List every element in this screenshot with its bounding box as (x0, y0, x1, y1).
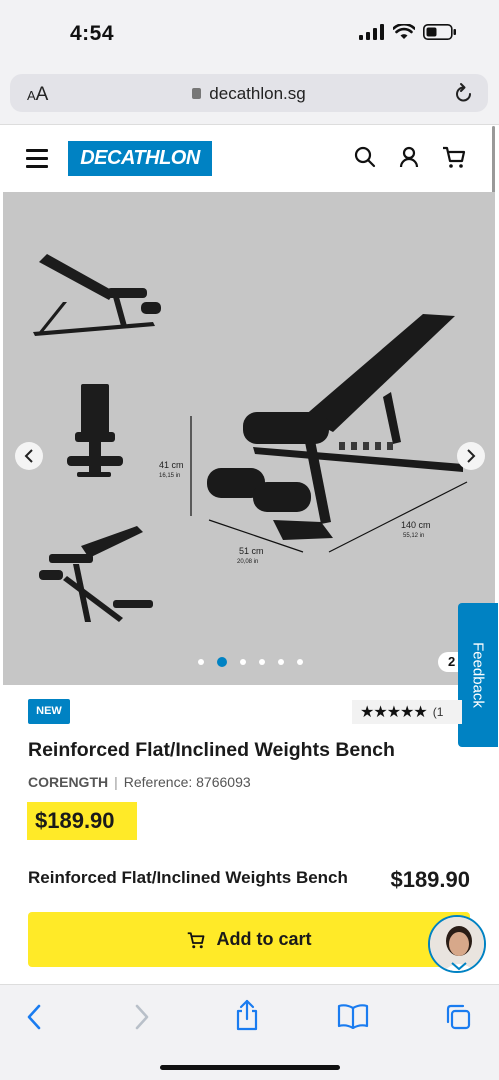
browser-address-area: AA decathlon.sg (0, 68, 499, 124)
wifi-icon (393, 24, 415, 39)
forward-icon[interactable] (132, 1003, 152, 1031)
gallery-dot[interactable] (240, 659, 246, 665)
search-icon[interactable] (353, 145, 377, 169)
chevron-right-icon (467, 449, 476, 463)
home-indicator (160, 1065, 340, 1070)
product-title: Reinforced Flat/Inclined Weights Bench (28, 739, 395, 761)
dim-length-in: 55,12 in (403, 533, 424, 539)
header-actions (353, 145, 467, 169)
battery-icon (423, 24, 456, 40)
dim-width-in: 20,08 in (237, 559, 258, 565)
tabs-icon[interactable] (444, 1003, 472, 1031)
chevron-left-icon (24, 449, 33, 463)
decathlon-logo[interactable]: DECATHLON (68, 141, 212, 176)
gallery-pagination (198, 657, 303, 667)
product-image: 41 cm 16,15 in 51 cm 20,08 in 140 cm 55,… (33, 254, 468, 622)
sticky-product-price: $189.90 (390, 867, 470, 892)
status-bar: 4:54 (0, 0, 499, 68)
brand-name[interactable]: CORENGTH (28, 774, 108, 790)
feedback-tab[interactable]: Feedback (458, 603, 498, 747)
cart-icon[interactable] (441, 145, 467, 169)
share-icon[interactable] (234, 999, 260, 1031)
gallery-dot[interactable] (198, 659, 204, 665)
address-bar[interactable]: AA decathlon.sg (10, 74, 488, 112)
add-to-cart-label: Add to cart (216, 929, 312, 949)
gallery-dot[interactable] (278, 659, 284, 665)
add-to-cart-button[interactable]: Add to cart (28, 912, 470, 967)
cart-icon (188, 931, 205, 948)
status-time: 4:54 (70, 22, 115, 45)
back-icon[interactable] (24, 1003, 44, 1031)
new-badge: NEW (28, 699, 70, 724)
account-icon[interactable] (397, 145, 421, 169)
dim-height-in: 16,15 in (159, 473, 180, 479)
rating-summary[interactable]: ★★★★★ (1 (352, 700, 462, 724)
feedback-label: Feedback (469, 642, 487, 708)
gallery-dot[interactable] (259, 659, 265, 665)
lock-icon (192, 88, 202, 99)
dim-length-cm: 140 cm (401, 520, 431, 530)
reload-icon[interactable] (454, 82, 474, 104)
status-icons (359, 24, 457, 40)
product-image-gallery[interactable]: 41 cm 16,15 in 51 cm 20,08 in 140 cm 55,… (3, 192, 495, 685)
url-field[interactable]: decathlon.sg (10, 84, 488, 104)
dim-height-cm: 41 cm (159, 460, 184, 470)
product-reference: Reference: 8766093 (123, 774, 251, 790)
bookmarks-icon[interactable] (337, 1003, 369, 1029)
rating-count: (1 (432, 705, 444, 719)
chat-assistant-avatar[interactable] (428, 915, 486, 973)
gallery-next-button[interactable] (457, 442, 485, 470)
gallery-prev-button[interactable] (15, 442, 43, 470)
sticky-product-name: Reinforced Flat/Inclined Weights Bench (28, 868, 348, 887)
rating-stars: ★★★★★ (360, 704, 428, 721)
brand-reference-line: CORENGTH | Reference: 8766093 (28, 774, 251, 790)
gallery-dot[interactable] (297, 659, 303, 665)
gallery-dot-active[interactable] (217, 657, 227, 667)
site-header: DECATHLON (0, 124, 499, 192)
url-text: decathlon.sg (209, 84, 306, 103)
menu-icon[interactable] (26, 149, 48, 173)
product-price: $189.90 (27, 802, 137, 840)
sticky-purchase-bar: Reinforced Flat/Inclined Weights Bench $… (0, 858, 499, 982)
dim-width-cm: 51 cm (239, 546, 264, 556)
signal-icon (359, 24, 384, 40)
separator: | (114, 774, 118, 790)
